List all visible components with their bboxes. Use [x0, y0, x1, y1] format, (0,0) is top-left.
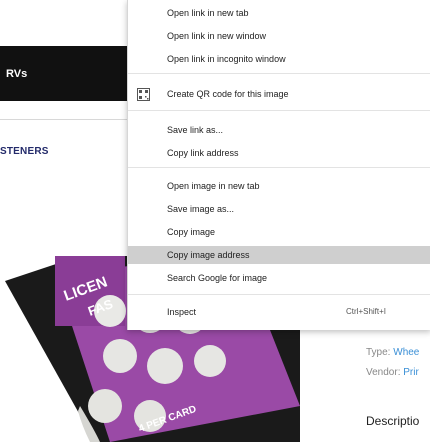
menu-item-label: Open link in incognito window: [167, 54, 286, 64]
menu-item-open-link-new-window[interactable]: Open link in new window: [128, 27, 430, 45]
type-label: Type:: [366, 347, 391, 358]
menu-item-label: Copy link address: [167, 148, 239, 158]
menu-item-label: Copy image: [167, 227, 216, 237]
type-link[interactable]: Whee: [393, 347, 419, 358]
menu-item-search-google-for-image[interactable]: Search Google for image: [128, 269, 430, 287]
divider: [0, 119, 127, 120]
menu-item-copy-image[interactable]: Copy image: [128, 223, 430, 241]
menu-item-label: Save link as...: [167, 125, 224, 135]
qr-code-icon: [137, 88, 150, 101]
vendor-link[interactable]: Prir: [403, 367, 419, 378]
menu-separator: [128, 110, 430, 111]
menu-separator: [128, 167, 430, 168]
menu-item-save-image-as[interactable]: Save image as...: [128, 200, 430, 218]
menu-item-copy-link-address[interactable]: Copy link address: [128, 144, 430, 162]
menu-item-open-image-new-tab[interactable]: Open image in new tab: [128, 177, 430, 195]
menu-item-label: Open link in new window: [167, 31, 267, 41]
menu-item-save-link-as[interactable]: Save link as...: [128, 121, 430, 139]
menu-item-label: Copy image address: [167, 250, 250, 260]
vendor-field: Vendor: Prir: [366, 367, 419, 378]
menu-item-label: Create QR code for this image: [167, 89, 289, 99]
category-banner[interactable]: RVs: [0, 46, 127, 101]
menu-item-label: Open image in new tab: [167, 181, 260, 191]
menu-item-label: Inspect: [167, 307, 197, 317]
menu-item-label: Search Google for image: [167, 273, 268, 283]
description-heading: Descriptio: [366, 414, 420, 428]
menu-item-inspect[interactable]: Inspect Ctrl+Shift+I: [128, 303, 430, 321]
banner-label: RVs: [6, 68, 28, 80]
vendor-label: Vendor:: [366, 367, 401, 378]
context-menu: Open link in new tab Open link in new wi…: [127, 0, 430, 330]
menu-item-open-link-new-tab[interactable]: Open link in new tab: [128, 4, 430, 22]
menu-separator: [128, 294, 430, 295]
menu-item-create-qr-code[interactable]: Create QR code for this image: [128, 85, 430, 103]
menu-item-label: Open link in new tab: [167, 8, 249, 18]
menu-item-open-link-incognito[interactable]: Open link in incognito window: [128, 50, 430, 68]
inspect-shortcut: Ctrl+Shift+I: [346, 307, 387, 316]
menu-item-copy-image-address[interactable]: Copy image address: [128, 246, 430, 264]
category-heading[interactable]: STENERS: [0, 146, 49, 157]
menu-separator: [128, 73, 430, 74]
menu-item-label: Save image as...: [167, 204, 235, 214]
type-field: Type: Whee: [366, 347, 419, 358]
